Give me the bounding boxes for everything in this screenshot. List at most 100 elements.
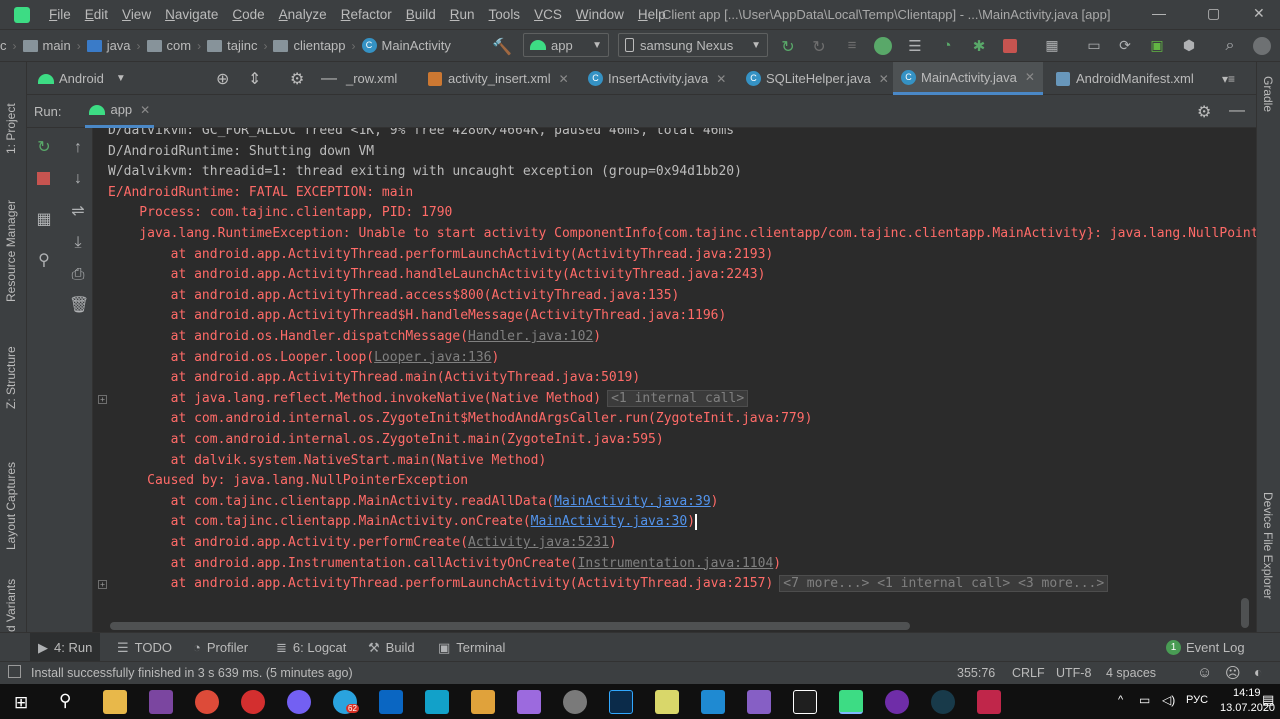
record-app-icon[interactable] xyxy=(241,690,265,714)
smiley-feedback-icon[interactable]: ☺ xyxy=(1197,664,1212,681)
notifications-icon[interactable]: ◐ xyxy=(1254,664,1262,680)
folded-frames[interactable]: <7 more...> <1 internal call> <3 more...… xyxy=(779,575,1109,593)
menu-refactor[interactable]: Refactor xyxy=(334,7,399,22)
android-studio-taskbar-icon[interactable] xyxy=(839,690,863,714)
horizontal-scrollbar[interactable] xyxy=(110,622,910,630)
close-tab-icon[interactable]: ✕ xyxy=(879,72,889,86)
windows-start-icon[interactable]: ⊞ xyxy=(14,693,28,713)
menu-file[interactable]: File xyxy=(42,7,78,22)
close-tab-icon[interactable]: ✕ xyxy=(140,103,150,117)
menu-analyze[interactable]: Analyze xyxy=(272,7,334,22)
profile-icon[interactable]: ◔ xyxy=(938,37,956,55)
file-explorer-icon[interactable] xyxy=(103,690,127,714)
make-project-hammer-icon[interactable]: 🔨 xyxy=(492,37,512,56)
stop-icon[interactable] xyxy=(1003,39,1017,53)
visual-studio-icon[interactable] xyxy=(747,690,771,714)
apply-changes-icon[interactable]: ↻ xyxy=(810,37,828,56)
stop-icon[interactable] xyxy=(37,172,50,185)
rerun-icon[interactable]: ↻ xyxy=(35,139,53,157)
breadcrumb-root[interactable]: c xyxy=(0,38,7,53)
action-center-icon[interactable]: ▤ xyxy=(1262,692,1274,708)
resource-manager-tool-button[interactable]: Resource Manager xyxy=(4,172,18,302)
folded-frames[interactable]: <1 internal call> xyxy=(607,389,749,407)
project-structure-icon[interactable]: ▦ xyxy=(1043,37,1061,55)
device-select[interactable]: samsung Nexus ▼ xyxy=(618,33,768,57)
structure-tool-button[interactable]: Z: Structure xyxy=(4,324,18,409)
scroll-up-icon[interactable]: ↑ xyxy=(69,139,87,157)
menu-build[interactable]: Build xyxy=(399,7,443,22)
close-tab-icon[interactable]: ✕ xyxy=(716,72,726,86)
layout-captures-tool-button[interactable]: Layout Captures xyxy=(4,440,18,550)
clear-all-trash-icon[interactable]: 🗑 xyxy=(69,297,89,315)
volume-icon[interactable]: ◁) xyxy=(1162,693,1175,707)
maximize-button[interactable]: ▢ xyxy=(1207,5,1220,22)
save-app-icon[interactable] xyxy=(149,690,173,714)
instagram-icon[interactable] xyxy=(425,690,449,714)
menu-vcs[interactable]: VCS xyxy=(527,7,569,22)
photoshop-icon[interactable] xyxy=(609,690,633,714)
tab-androidmanifest-xml[interactable]: AndroidManifest.xml xyxy=(1048,62,1202,95)
menu-tools[interactable]: Tools xyxy=(482,7,528,22)
scroll-to-end-icon[interactable]: ⤓ xyxy=(69,234,87,252)
run-console-output[interactable]: D/dalvikvm: GC_FOR_ALLOC freed <1K, 9% f… xyxy=(93,128,1256,632)
search-icon[interactable]: ⚲ xyxy=(59,691,71,711)
stacktrace-link[interactable]: Looper.java:136 xyxy=(374,350,491,365)
breadcrumb-main[interactable]: main xyxy=(22,38,71,53)
sync-gradle-icon[interactable]: ⟳ xyxy=(1116,37,1134,55)
locate-file-icon[interactable]: ⊕ xyxy=(208,62,237,95)
account-icon[interactable] xyxy=(1253,37,1271,55)
tray-expand-icon[interactable]: ^ xyxy=(1118,694,1123,706)
jetbrains-icon[interactable] xyxy=(793,690,817,714)
device-file-explorer-tool-button[interactable]: Device File Explorer xyxy=(1261,492,1275,622)
project-tool-button[interactable]: 1: Project xyxy=(4,74,18,154)
scroll-down-icon[interactable]: ↓ xyxy=(69,170,87,188)
tab-terminal[interactable]: ▣ Terminal xyxy=(438,633,505,662)
network-icon[interactable]: ▭ xyxy=(1139,693,1150,707)
tab-overflow-icon[interactable]: ▾≡ xyxy=(1214,62,1243,95)
git-app-icon[interactable] xyxy=(471,690,495,714)
game-app-icon[interactable] xyxy=(517,690,541,714)
breadcrumb-tajinc[interactable]: tajinc xyxy=(207,38,257,53)
emulator-app-icon[interactable] xyxy=(885,690,909,714)
settings-gear-icon[interactable]: ⚙ xyxy=(282,62,312,95)
hide-panel-icon[interactable]: — xyxy=(1229,102,1245,120)
print-icon[interactable]: ⎙ xyxy=(69,266,87,284)
breadcrumb-com[interactable]: com xyxy=(146,38,191,53)
close-tab-icon[interactable]: ✕ xyxy=(559,72,569,86)
sad-feedback-icon[interactable]: ☹ xyxy=(1225,664,1241,682)
collapse-all-icon[interactable]: ⇕ xyxy=(240,62,269,95)
line-separator[interactable]: CRLF xyxy=(1012,666,1045,680)
language-indicator[interactable]: РУС xyxy=(1186,694,1208,706)
expand-fold-icon[interactable]: + xyxy=(98,394,107,404)
tab-profiler[interactable]: ◔ Profiler xyxy=(193,633,248,662)
tab-build[interactable]: ⚒ Build xyxy=(368,633,415,662)
tab-event-log[interactable]: 1 Event Log xyxy=(1166,633,1245,662)
stacktrace-link[interactable]: Activity.java:5231 xyxy=(468,535,609,550)
breadcrumb-java[interactable]: java xyxy=(86,38,131,53)
vertical-scrollbar[interactable] xyxy=(1241,598,1249,628)
restore-layout-icon[interactable]: ▦ xyxy=(35,211,53,229)
vscode-icon[interactable] xyxy=(701,690,725,714)
file-encoding[interactable]: UTF-8 xyxy=(1056,666,1091,680)
debug-icon[interactable] xyxy=(874,37,892,55)
misc-app-icon[interactable] xyxy=(977,690,1001,714)
stacktrace-link[interactable]: MainActivity.java:30 xyxy=(531,514,688,529)
tab-insertactivity-java[interactable]: C InsertActivity.java ✕ xyxy=(580,62,734,95)
menu-code[interactable]: Code xyxy=(225,7,271,22)
soft-wrap-icon[interactable]: ⇌ xyxy=(69,203,87,221)
apply-code-changes-icon[interactable]: ≡ xyxy=(843,37,861,55)
minimize-button[interactable]: — xyxy=(1152,5,1166,21)
chrome-icon[interactable] xyxy=(195,690,219,714)
breadcrumb-clientapp[interactable]: clientapp xyxy=(273,38,346,53)
search-icon[interactable]: ⌕ xyxy=(1221,37,1239,55)
caret-position[interactable]: 355:76 xyxy=(957,666,995,680)
rerun-icon[interactable]: ↻ xyxy=(779,37,797,56)
tab-logcat[interactable]: ≣ 6: Logcat xyxy=(276,633,346,662)
close-tab-icon[interactable]: ✕ xyxy=(1025,70,1035,84)
breadcrumb-mainactivity[interactable]: C MainActivity xyxy=(361,38,451,53)
menu-view[interactable]: View xyxy=(115,7,158,22)
imo-icon[interactable] xyxy=(379,690,403,714)
project-view-select[interactable]: Android ▼ xyxy=(30,62,135,95)
attach-debugger-icon[interactable]: ✱ xyxy=(970,37,988,55)
tool-windows-toggle-icon[interactable] xyxy=(8,665,21,678)
